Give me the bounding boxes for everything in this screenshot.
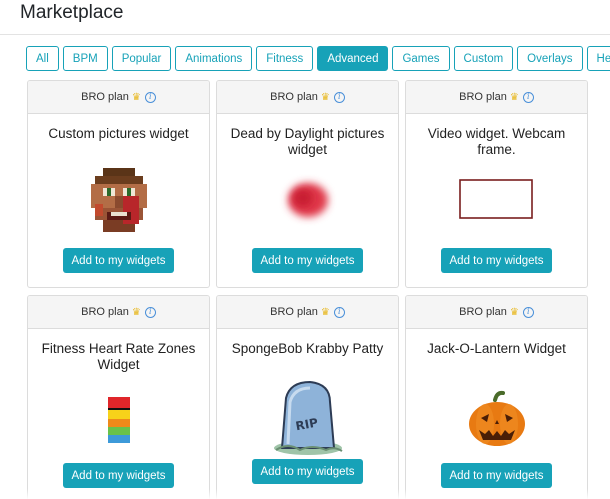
- card-title: SpongeBob Krabby Patty: [231, 341, 384, 356]
- page-title: Marketplace: [20, 2, 124, 23]
- card-title: Video widget. Webcam frame.: [427, 126, 566, 157]
- info-icon[interactable]: i: [522, 91, 534, 103]
- crown-icon: ♛: [509, 306, 519, 318]
- plan-label: BRO plan: [270, 306, 318, 318]
- info-icon[interactable]: i: [333, 306, 345, 318]
- crown-icon: ♛: [131, 91, 141, 103]
- tab-fitness[interactable]: Fitness: [256, 46, 314, 71]
- tab-games[interactable]: Games: [392, 46, 450, 71]
- widget-card: BRO plan ♛ i Jack-O-Lantern Widget Add t…: [405, 295, 588, 499]
- tombstone-image: RIP: [217, 377, 398, 455]
- crown-icon: ♛: [320, 306, 330, 318]
- card-title: Dead by Daylight pictures widget: [230, 126, 385, 157]
- tab-popular[interactable]: Popular: [111, 46, 172, 71]
- tab-hearts[interactable]: Hearts: [586, 46, 610, 71]
- tab-custom[interactable]: Custom: [453, 46, 514, 71]
- card-title: Jack-O-Lantern Widget: [427, 341, 566, 356]
- tab-advanced[interactable]: Advanced: [317, 46, 389, 71]
- widget-card: BRO plan ♛ i SpongeBob Krabby Patty RIP …: [216, 295, 399, 499]
- heart-rate-zones-image: [28, 377, 209, 453]
- add-to-widgets-button[interactable]: Add to my widgets: [62, 463, 175, 488]
- card-plan-header: BRO plan ♛ i: [28, 296, 209, 329]
- info-icon[interactable]: i: [144, 91, 156, 103]
- plan-label: BRO plan: [459, 306, 507, 318]
- card-plan-header: BRO plan ♛ i: [217, 81, 398, 114]
- plan-label: BRO plan: [270, 91, 318, 103]
- add-to-widgets-button[interactable]: Add to my widgets: [440, 463, 553, 488]
- card-plan-header: BRO plan ♛ i: [406, 296, 587, 329]
- title-divider: [0, 34, 610, 35]
- tab-all[interactable]: All: [26, 46, 59, 71]
- widget-card: BRO plan ♛ i Dead by Daylight pictures w…: [216, 80, 399, 288]
- card-title: Fitness Heart Rate Zones Widget: [41, 341, 196, 372]
- info-icon[interactable]: i: [144, 306, 156, 318]
- add-to-widgets-button[interactable]: Add to my widgets: [62, 248, 175, 273]
- crown-icon: ♛: [320, 91, 330, 103]
- tab-animations[interactable]: Animations: [175, 46, 253, 71]
- card-plan-header: BRO plan ♛ i: [217, 296, 398, 329]
- pixel-face-image: [28, 162, 209, 238]
- webcam-frame-image: [406, 162, 587, 238]
- crown-icon: ♛: [131, 306, 141, 318]
- info-icon[interactable]: i: [333, 91, 345, 103]
- tab-overlays[interactable]: Overlays: [517, 46, 583, 71]
- add-to-widgets-button[interactable]: Add to my widgets: [251, 248, 364, 273]
- card-plan-header: BRO plan ♛ i: [406, 81, 587, 114]
- card-title: Custom pictures widget: [48, 126, 189, 141]
- category-tabs: All BPM Popular Animations Fitness Advan…: [26, 46, 610, 71]
- add-to-widgets-button[interactable]: Add to my widgets: [440, 248, 553, 273]
- tab-bpm[interactable]: BPM: [62, 46, 108, 71]
- widget-card: BRO plan ♛ i Custom pictures widget Add …: [27, 80, 210, 288]
- widget-card: BRO plan ♛ i Video widget. Webcam frame.…: [405, 80, 588, 288]
- plan-label: BRO plan: [459, 91, 507, 103]
- add-to-widgets-button[interactable]: Add to my widgets: [251, 459, 364, 484]
- bottom-fade: [0, 489, 610, 499]
- plan-label: BRO plan: [81, 306, 129, 318]
- plan-label: BRO plan: [81, 91, 129, 103]
- red-blur-image: [217, 162, 398, 238]
- widget-card: BRO plan ♛ i Fitness Heart Rate Zones Wi…: [27, 295, 210, 499]
- jack-o-lantern-image: [406, 377, 587, 453]
- info-icon[interactable]: i: [522, 306, 534, 318]
- crown-icon: ♛: [509, 91, 519, 103]
- card-plan-header: BRO plan ♛ i: [28, 81, 209, 114]
